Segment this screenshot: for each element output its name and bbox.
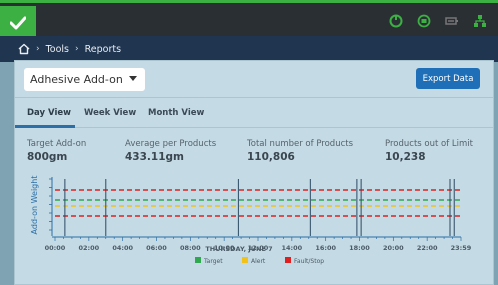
top-bar bbox=[0, 0, 498, 39]
report-type-dropdown[interactable]: Adhesive Add-on bbox=[24, 68, 145, 91]
stat-total-label: Total number of Products bbox=[247, 139, 354, 149]
legend-label: Target bbox=[203, 258, 223, 265]
home-icon[interactable] bbox=[18, 43, 30, 55]
add-on-weight-chart: Add-on Weight THURSDAY, JUNE 7 00:00 02:0… bbox=[30, 176, 472, 265]
x-tick-label: 22:00 bbox=[417, 244, 438, 252]
export-data-button[interactable]: Export Data bbox=[416, 68, 480, 89]
tab-month-view[interactable]: Month View bbox=[148, 108, 204, 118]
x-tick-label: 10:00 bbox=[214, 244, 235, 252]
legend-label: Fault/Stop bbox=[294, 258, 324, 265]
chevron-right-icon: › bbox=[75, 44, 79, 54]
stat-average-value: 433.11gm bbox=[125, 151, 184, 163]
legend-swatch bbox=[242, 257, 248, 263]
legend-swatch bbox=[285, 257, 291, 263]
legend-swatch bbox=[195, 257, 201, 263]
chevron-right-icon: › bbox=[36, 44, 40, 54]
checkmark-icon bbox=[10, 16, 26, 29]
stat-outlimit-label: Products out of Limit bbox=[385, 139, 473, 149]
x-tick-label: 04:00 bbox=[112, 244, 133, 252]
legend-label: Alert bbox=[251, 258, 266, 265]
stat-target-value: 800gm bbox=[27, 151, 68, 163]
x-tick-label: 06:00 bbox=[146, 244, 167, 252]
dropdown-value: Adhesive Add-on bbox=[30, 73, 123, 86]
reports-panel: Adhesive Add-on Export Data Day View Wee… bbox=[14, 60, 494, 285]
breadcrumb-tools[interactable]: Tools bbox=[46, 44, 69, 55]
x-tick-label: 23:59 bbox=[451, 244, 472, 252]
battery-icon[interactable] bbox=[444, 13, 460, 29]
stat-outlimit-value: 10,238 bbox=[385, 151, 426, 163]
stat-target-label: Target Add-on bbox=[27, 139, 87, 149]
x-tick-label: 00:00 bbox=[45, 244, 66, 252]
y-axis-label: Add-on Weight bbox=[30, 176, 39, 235]
x-tick-label: 16:00 bbox=[315, 244, 336, 252]
view-tabs: Day View Week View Month View bbox=[15, 98, 493, 128]
status-icon[interactable] bbox=[416, 13, 432, 29]
power-icon[interactable] bbox=[388, 13, 404, 29]
x-tick-label: 20:00 bbox=[383, 244, 404, 252]
x-tick-label: 08:00 bbox=[180, 244, 201, 252]
stat-total-value: 110,806 bbox=[247, 151, 295, 163]
chevron-down-icon bbox=[129, 76, 137, 81]
stat-average-label: Average per Products bbox=[125, 139, 217, 149]
network-icon[interactable] bbox=[472, 13, 488, 29]
breadcrumb-reports: Reports bbox=[84, 43, 122, 55]
active-tab-indicator bbox=[15, 125, 75, 128]
tab-day-view[interactable]: Day View bbox=[27, 108, 71, 118]
x-tick-label: 14:00 bbox=[281, 244, 302, 252]
breadcrumb: › Tools › Reports bbox=[0, 36, 498, 62]
x-tick-label: 02:00 bbox=[78, 244, 99, 252]
app-logo[interactable] bbox=[0, 6, 36, 39]
x-tick-label: 12:00 bbox=[248, 244, 269, 252]
x-tick-label: 18:00 bbox=[349, 244, 370, 252]
tab-week-view[interactable]: Week View bbox=[84, 108, 136, 118]
